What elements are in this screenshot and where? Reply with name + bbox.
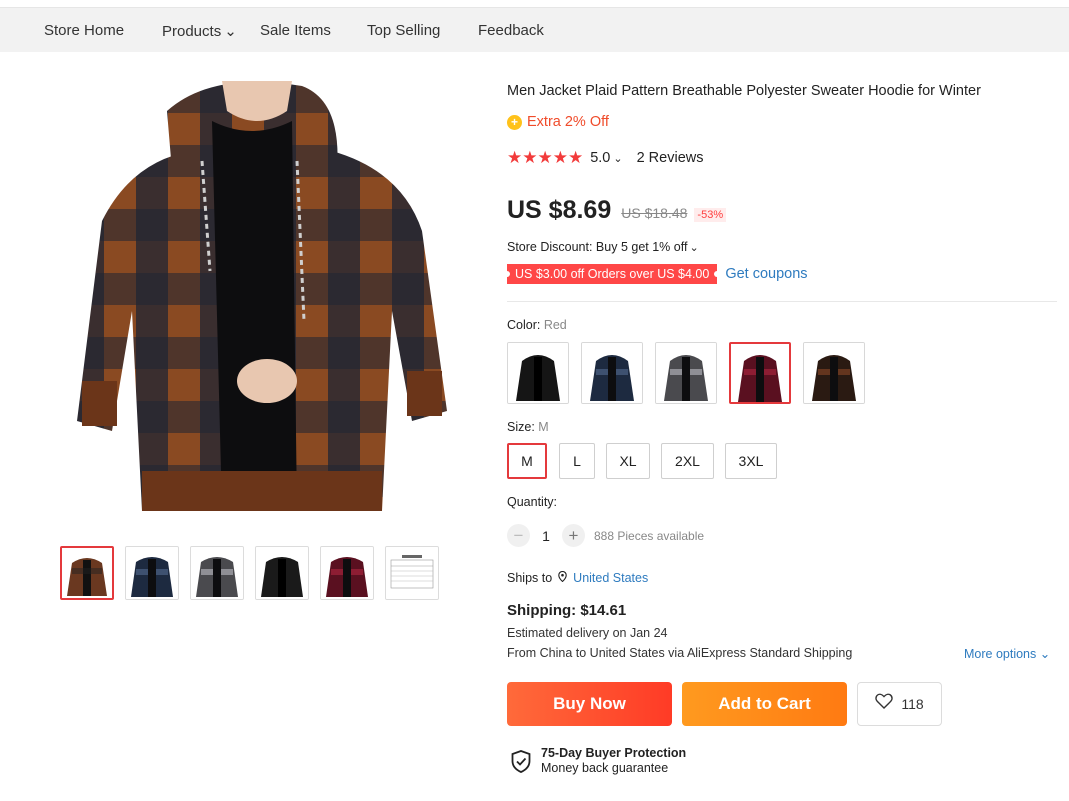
thumbnail-4[interactable]	[255, 546, 309, 600]
color-red-image	[731, 344, 789, 402]
protection-subtitle: Money back guarantee	[541, 761, 669, 775]
reviews-link[interactable]: 2 Reviews	[637, 150, 704, 166]
stars-glyphs: ★★★★★	[507, 148, 584, 167]
nav-feedback[interactable]: Feedback	[478, 22, 544, 39]
protection-title: 75-Day Buyer Protection	[541, 746, 687, 760]
quantity-minus-button[interactable]: −	[507, 524, 530, 547]
thumb-brown-jacket-image	[62, 548, 112, 598]
size-option-3xl[interactable]: 3XL	[725, 443, 777, 479]
shield-check-icon	[511, 750, 531, 773]
section-divider	[507, 301, 1057, 302]
color-option-brown[interactable]	[803, 342, 865, 404]
more-options-link[interactable]: More options ⌄	[964, 646, 1050, 661]
shipping-cost: Shipping: $14.61	[507, 602, 627, 619]
color-label: Color:	[507, 318, 541, 332]
quantity-value[interactable]: 1	[530, 528, 562, 544]
thumbnail-2[interactable]	[125, 546, 179, 600]
nav-store-home[interactable]: Store Home	[44, 22, 124, 39]
ships-to-label: Ships to	[507, 571, 553, 585]
extra-discount-label: Extra 2% Off	[527, 114, 609, 130]
size-selected: M	[538, 420, 549, 434]
coupon-row: US $3.00 off Orders over US $4.00 Get co…	[507, 264, 808, 284]
wishlist-button[interactable]: 118	[857, 682, 942, 726]
extra-discount-badge: + Extra 2% Off	[507, 114, 609, 130]
color-label-row: Color: Red	[507, 318, 567, 332]
nav-top-selling[interactable]: Top Selling	[367, 22, 440, 39]
price-row: US $8.69 US $18.48 -53%	[507, 196, 727, 225]
chevron-down-icon: ⌄	[689, 242, 699, 254]
protection-text: 75-Day Buyer Protection Money back guara…	[541, 746, 686, 775]
size-label-row: Size: M	[507, 420, 549, 434]
color-option-red[interactable]	[729, 342, 791, 404]
quantity-stepper: − 1 + 888 Pieces available	[507, 524, 704, 547]
buyer-protection: 75-Day Buyer Protection Money back guara…	[511, 746, 686, 775]
product-title: Men Jacket Plaid Pattern Breathable Poly…	[507, 83, 981, 99]
size-option-2xl[interactable]: 2XL	[661, 443, 714, 479]
add-to-cart-button[interactable]: Add to Cart	[682, 682, 847, 726]
main-product-image[interactable]	[72, 81, 450, 531]
heart-icon	[875, 693, 894, 715]
chevron-down-icon: ⌄	[224, 23, 237, 40]
thumb-navy-jacket-image	[126, 547, 178, 599]
buy-now-button[interactable]: Buy Now	[507, 682, 672, 726]
coin-icon: +	[507, 114, 522, 130]
color-black-image	[508, 343, 568, 403]
color-grey-image	[656, 343, 716, 403]
color-option-grey[interactable]	[655, 342, 717, 404]
star-rating-icon: ★★★★★	[507, 148, 584, 168]
discount-badge: -53%	[694, 208, 727, 222]
destination-link[interactable]: United States	[573, 571, 648, 585]
size-option-xl[interactable]: XL	[606, 443, 650, 479]
color-option-navy[interactable]	[581, 342, 643, 404]
thumb-red-jacket-image	[321, 547, 373, 599]
color-selected: Red	[543, 318, 567, 332]
store-discount-label: Store Discount: Buy 5 get 1% off	[507, 240, 688, 254]
size-option-l[interactable]: L	[559, 443, 595, 479]
wish-count: 118	[901, 696, 924, 712]
thumb-black-jacket-image	[256, 547, 308, 599]
store-discount[interactable]: Store Discount: Buy 5 get 1% off ⌄	[507, 240, 699, 254]
size-chart-image	[386, 547, 438, 599]
jacket-photo	[72, 81, 450, 531]
nav-products-label: Products	[162, 23, 222, 40]
store-nav: Store Home Products ⌄ Sale Items Top Sell…	[0, 8, 1069, 52]
rating-row[interactable]: ★★★★★ 5.0 ⌄ 2 Reviews	[507, 148, 703, 168]
thumb-grey-jacket-image	[191, 547, 243, 599]
rating-value: 5.0	[590, 150, 611, 166]
thumbnail-size-chart[interactable]	[385, 546, 439, 600]
chevron-down-icon: ⌄	[613, 153, 623, 165]
color-navy-image	[582, 343, 642, 403]
shipping-route: From China to United States via AliExpre…	[507, 646, 853, 660]
color-brown-image	[804, 343, 864, 403]
rating-score[interactable]: 5.0 ⌄	[590, 150, 622, 166]
color-option-black[interactable]	[507, 342, 569, 404]
thumbnail-1[interactable]	[60, 546, 114, 600]
quantity-label: Quantity:	[507, 495, 558, 509]
thumbnail-5[interactable]	[320, 546, 374, 600]
nav-products[interactable]: Products ⌄	[162, 22, 237, 40]
nav-sale-items[interactable]: Sale Items	[260, 22, 331, 39]
quantity-plus-button[interactable]: +	[562, 524, 585, 547]
estimated-delivery: Estimated delivery on Jan 24	[507, 626, 668, 640]
get-coupons-link[interactable]: Get coupons	[725, 266, 807, 282]
stock-available: 888 Pieces available	[594, 528, 705, 543]
size-label: Size:	[507, 420, 535, 434]
original-price: US $18.48	[621, 205, 688, 221]
ships-to-row: Ships to United States	[507, 570, 648, 585]
current-price: US $8.69	[507, 196, 612, 224]
size-option-m[interactable]: M	[507, 443, 547, 479]
coupon-badge[interactable]: US $3.00 off Orders over US $4.00	[507, 264, 718, 284]
location-pin-icon	[558, 570, 567, 585]
thumbnail-3[interactable]	[190, 546, 244, 600]
